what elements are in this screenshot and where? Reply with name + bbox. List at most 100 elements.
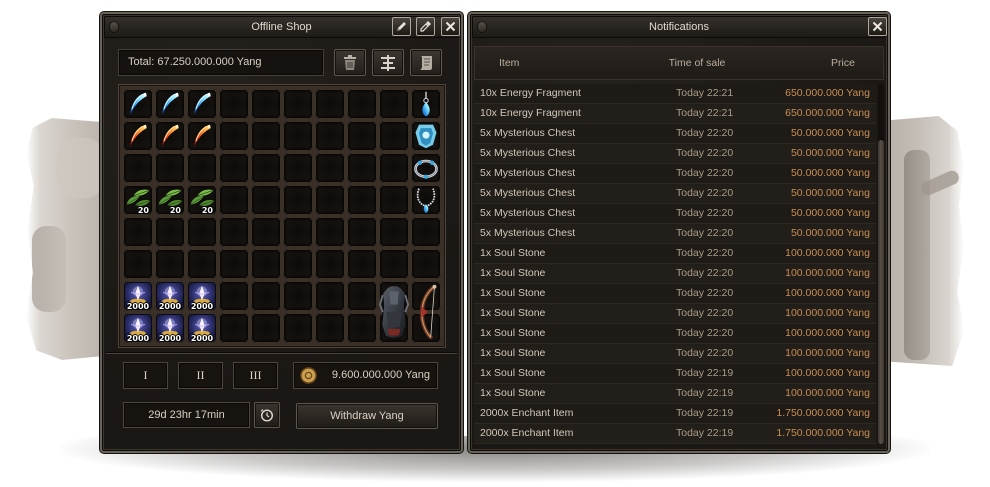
notification-item: 1x Soul Stone <box>480 307 546 319</box>
bow-icon[interactable] <box>410 280 442 344</box>
blue-feather-icon[interactable] <box>186 88 218 120</box>
column-header-item[interactable]: Item <box>499 47 519 79</box>
notification-row[interactable]: 10x Energy Fragment Today 22:21 650.000.00… <box>474 104 876 124</box>
shop-log-button[interactable] <box>410 49 442 76</box>
notification-price: 50.000.000 Yang <box>790 187 870 199</box>
red-feather-icon[interactable] <box>154 120 186 152</box>
pencil-icon <box>397 22 406 31</box>
column-header-time[interactable]: Time of sale <box>637 47 757 79</box>
bracelet-icon[interactable] <box>410 152 442 184</box>
scrollbar-thumb[interactable] <box>878 140 884 444</box>
enchant-item-icon[interactable]: 2000 <box>154 280 186 312</box>
notifications-scrollbar[interactable] <box>878 84 884 444</box>
page-tab-3[interactable]: III <box>233 362 278 389</box>
offline-shop-window: Offline Shop Total: 67.250.000.000 Yang <box>100 12 463 453</box>
notification-time: Today 22:20 <box>676 187 734 199</box>
notification-time: Today 22:19 <box>676 367 734 379</box>
shop-remaining-time: 29d 23hr 17min <box>123 402 250 428</box>
page-tab-2[interactable]: II <box>178 362 223 389</box>
notification-item: 1x Soul Stone <box>480 347 546 359</box>
notification-row[interactable]: 1x Soul Stone Today 22:20 100.000.000 Yang <box>474 344 876 364</box>
notification-item: 1x Soul Stone <box>480 387 546 399</box>
clock-icon <box>260 409 274 422</box>
notification-row[interactable]: 5x Mysterious Chest Today 22:20 50.000.000… <box>474 224 876 244</box>
item-count: 2000 <box>158 302 182 311</box>
notifications-window: Notifications Item Time of sale Price 10… <box>468 12 890 453</box>
notification-price: 100.000.000 Yang <box>785 307 870 319</box>
shop-inventory-grid: 20 20 20 2000 2000 2000 2000 2000 2000 <box>118 84 446 348</box>
notification-row[interactable]: 10x Energy Fragment Today 22:21 650.000.00… <box>474 84 876 104</box>
notification-price: 50.000.000 Yang <box>790 147 870 159</box>
notification-time: Today 22:21 <box>676 87 734 99</box>
notifications-table-header: Item Time of sale Price <box>474 46 884 80</box>
red-feather-icon[interactable] <box>186 120 218 152</box>
sort-items-button[interactable] <box>372 49 404 76</box>
green-leaf-icon[interactable]: 20 <box>186 184 218 216</box>
notification-item: 2000x Enchant Item <box>480 407 574 419</box>
notification-time: Today 22:20 <box>676 207 734 219</box>
background-brush-stroke <box>56 138 106 198</box>
notification-row[interactable]: 5x Mysterious Chest Today 22:20 50.000.000… <box>474 144 876 164</box>
notification-row[interactable]: 1x Soul Stone Today 22:19 100.000.000 Yang <box>474 364 876 384</box>
column-header-price[interactable]: Price <box>803 47 883 79</box>
delete-button[interactable] <box>334 49 366 76</box>
blue-feather-icon[interactable] <box>154 88 186 120</box>
item-count: 2000 <box>126 302 150 311</box>
notification-row[interactable]: 1x Soul Stone Today 22:20 100.000.000 Yang <box>474 304 876 324</box>
notification-price: 50.000.000 Yang <box>790 127 870 139</box>
notification-time: Today 22:20 <box>676 147 734 159</box>
green-leaf-icon[interactable]: 20 <box>154 184 186 216</box>
close-button[interactable] <box>441 17 460 36</box>
notification-row[interactable]: 1x Soul Stone Today 22:19 100.000.000 Yang <box>474 384 876 404</box>
notification-row[interactable]: 1x Soul Stone Today 22:20 100.000.000 Yang <box>474 264 876 284</box>
notification-row[interactable]: 5x Mysterious Chest Today 22:20 50.000.000… <box>474 124 876 144</box>
notification-price: 100.000.000 Yang <box>785 287 870 299</box>
notification-price: 100.000.000 Yang <box>785 247 870 259</box>
blue-shield-icon[interactable] <box>410 120 442 152</box>
red-feather-icon[interactable] <box>122 120 154 152</box>
notification-row[interactable]: 5x Mysterious Chest Today 22:20 50.000.000… <box>474 184 876 204</box>
notification-time: Today 22:19 <box>676 387 734 399</box>
withdraw-yang-button[interactable]: Withdraw Yang <box>296 403 438 429</box>
item-count: 2000 <box>158 334 182 343</box>
blue-feather-icon[interactable] <box>122 88 154 120</box>
notifications-list[interactable]: 10x Energy Fragment Today 22:21 650.000.00… <box>474 84 876 444</box>
notification-row[interactable]: 1x Soul Stone Today 22:20 100.000.000 Yang <box>474 284 876 304</box>
notification-row[interactable]: 1x Soul Stone Today 22:20 100.000.000 Yang <box>474 244 876 264</box>
close-icon <box>445 21 456 32</box>
enchant-item-icon[interactable]: 2000 <box>186 280 218 312</box>
notifications-title-bar[interactable]: Notifications <box>472 16 886 38</box>
notification-price: 100.000.000 Yang <box>785 367 870 379</box>
notification-item: 5x Mysterious Chest <box>480 127 576 139</box>
total-value: Total: 67.250.000.000 Yang <box>118 49 324 76</box>
notification-row[interactable]: 5x Mysterious Chest Today 22:20 50.000.000… <box>474 204 876 224</box>
edit-shop-button[interactable] <box>392 17 411 36</box>
enchant-item-icon[interactable]: 2000 <box>122 312 154 344</box>
notification-item: 5x Mysterious Chest <box>480 167 576 179</box>
armor-icon[interactable] <box>378 280 410 344</box>
item-count: 20 <box>201 206 213 215</box>
pick-item-button[interactable] <box>416 17 435 36</box>
enchant-item-icon[interactable]: 2000 <box>186 312 218 344</box>
notification-row[interactable]: 2000x Enchant Item Today 22:19 1.750.000.0… <box>474 404 876 424</box>
notification-item: 5x Mysterious Chest <box>480 227 576 239</box>
enchant-item-icon[interactable]: 2000 <box>154 312 186 344</box>
page-tab-1[interactable]: I <box>123 362 168 389</box>
notification-price: 50.000.000 Yang <box>790 227 870 239</box>
notification-time: Today 22:19 <box>676 407 734 419</box>
necklace-icon[interactable] <box>410 184 442 216</box>
earring-icon[interactable] <box>410 88 442 120</box>
yang-coin-icon <box>300 367 317 384</box>
close-button[interactable] <box>868 17 887 36</box>
notification-row[interactable]: 1x Soul Stone Today 22:20 100.000.000 Yang <box>474 324 876 344</box>
extend-time-button[interactable] <box>254 402 280 428</box>
close-icon <box>872 21 883 32</box>
notification-price: 100.000.000 Yang <box>785 347 870 359</box>
green-leaf-icon[interactable]: 20 <box>122 184 154 216</box>
enchant-item-icon[interactable]: 2000 <box>122 280 154 312</box>
notification-row[interactable]: 5x Mysterious Chest Today 22:20 50.000.000… <box>474 164 876 184</box>
notification-item: 10x Energy Fragment <box>480 87 581 99</box>
notification-price: 100.000.000 Yang <box>785 327 870 339</box>
item-count: 2000 <box>190 302 214 311</box>
notification-row[interactable]: 2000x Enchant Item Today 22:19 1.750.000.0… <box>474 424 876 444</box>
